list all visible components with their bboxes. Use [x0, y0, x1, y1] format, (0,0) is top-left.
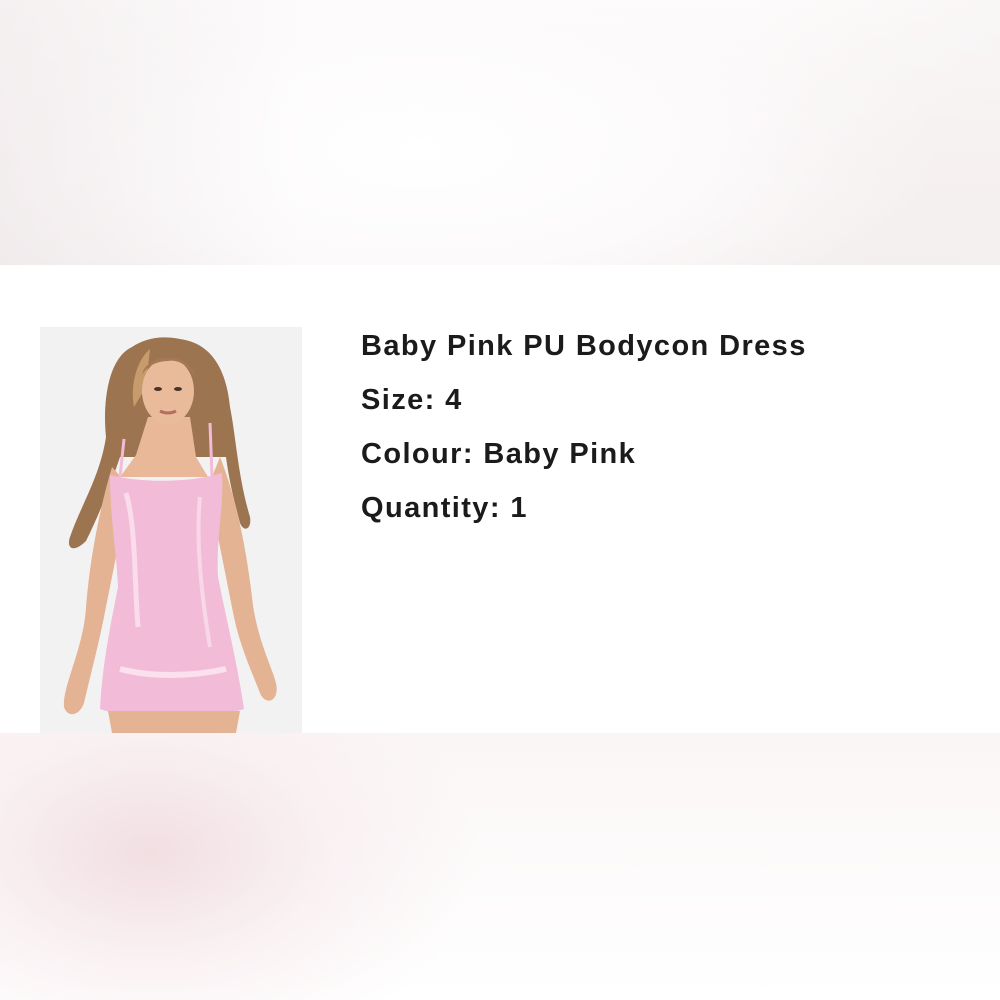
product-title[interactable]: Baby Pink PU Bodycon Dress [361, 327, 981, 381]
quantity-row: Quantity: 1 [361, 489, 981, 543]
blurred-background-bottom [0, 733, 1000, 1000]
colour-value: Baby Pink [483, 438, 637, 470]
model-illustration [63, 337, 277, 733]
size-row: Size: 4 [361, 381, 981, 435]
size-label: Size: [361, 384, 436, 416]
colour-label: Colour: [361, 438, 474, 470]
quantity-label: Quantity: [361, 492, 501, 524]
size-value: 4 [445, 384, 463, 416]
product-details: Baby Pink PU Bodycon Dress Size: 4 Colou… [361, 327, 981, 543]
blurred-background-top [0, 0, 1000, 265]
order-item-card: Baby Pink PU Bodycon Dress Size: 4 Colou… [0, 265, 1000, 733]
colour-row: Colour: Baby Pink [361, 435, 981, 489]
quantity-value: 1 [510, 492, 528, 524]
product-image[interactable] [40, 327, 302, 733]
order-item-screenshot: Baby Pink PU Bodycon Dress Size: 4 Colou… [0, 0, 1000, 1000]
